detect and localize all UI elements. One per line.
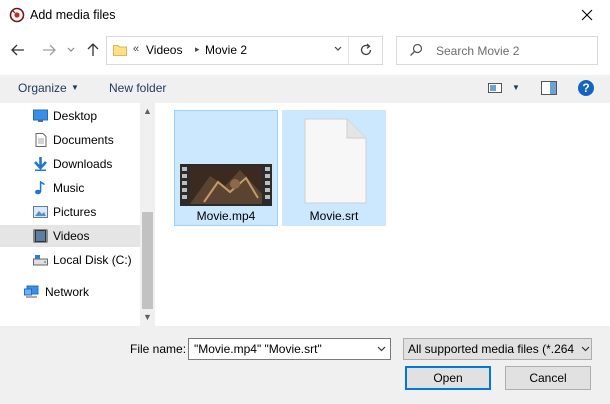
chevron-down-icon[interactable] [578,344,590,354]
document-icon [303,118,367,204]
scroll-up-icon[interactable]: ▲ [140,106,155,118]
navigation-scrollbar[interactable]: ▲ ▼ [140,103,155,326]
forward-button[interactable] [40,41,58,59]
cancel-button[interactable]: Cancel [505,366,591,390]
preview-pane-button[interactable] [541,81,557,95]
nav-item-label: Local Disk (C:) [53,253,132,267]
address-history-button[interactable] [334,44,342,54]
navigation-pane: Desktop Documents Downloads Music Pictur… [0,103,155,326]
file-type-value: All supported media files (*.264 [408,342,575,356]
app-icon [9,7,25,23]
help-icon[interactable]: ? [578,80,594,96]
file-name-label: File name: [130,342,187,356]
videos-icon [33,229,48,243]
nav-item-desktop[interactable]: Desktop [0,105,140,127]
nav-item-label: Music [53,181,85,195]
view-icon [488,83,502,93]
file-name-field[interactable]: "Movie.mp4" "Movie.srt" [188,338,391,360]
up-button[interactable] [84,41,102,59]
refresh-button[interactable] [357,41,375,59]
drive-icon [33,253,48,267]
nav-item-videos[interactable]: Videos [0,225,140,247]
desktop-icon [33,109,48,123]
chevron-down-icon[interactable] [377,344,386,354]
nav-item-label: Videos [53,229,90,243]
search-placeholder: Search Movie 2 [436,44,520,58]
search-input[interactable]: Search Movie 2 [396,36,598,65]
chevron-down-icon [67,47,75,52]
breadcrumb-videos[interactable]: Videos [146,43,182,57]
folder-icon [113,43,127,57]
window-title: Add media files [30,8,116,22]
arrow-right-icon [43,44,56,56]
breadcrumb-movie-2[interactable]: Movie 2 [205,43,247,57]
video-thumbnail [180,164,272,206]
file-list: Movie.mp4 Movie.srt [155,103,610,326]
nav-item-label: Documents [53,133,114,147]
file-name: Movie.mp4 [196,209,256,223]
downloads-icon [33,157,48,171]
close-icon [581,9,593,21]
chevron-right-icon[interactable]: ▸ [195,44,200,55]
nav-item-local-disk[interactable]: Local Disk (C:) [0,249,140,271]
back-button[interactable] [9,41,27,59]
music-icon [33,180,48,195]
refresh-icon [360,43,372,56]
preview-pane-icon [541,81,557,95]
title-bar: Add media files [0,0,610,31]
search-icon [409,43,423,57]
documents-icon [33,133,48,147]
network-icon [24,285,39,299]
recent-locations-button[interactable] [64,41,78,59]
nav-item-label: Network [45,285,90,299]
close-button[interactable] [574,3,600,27]
file-item-movie-srt[interactable]: Movie.srt [282,110,386,226]
footer-panel: File name: "Movie.mp4" "Movie.srt" All s… [0,326,610,404]
views-button[interactable] [488,81,502,95]
nav-item-pictures[interactable]: Pictures [0,201,140,223]
file-item-movie-mp4[interactable]: Movie.mp4 [174,110,278,226]
divider [348,37,349,64]
caret-down-icon[interactable]: ▼ [71,83,79,92]
arrow-left-icon [11,44,24,56]
caret-down-icon[interactable]: ▼ [512,83,520,92]
file-type-select[interactable]: All supported media files (*.264 [403,338,592,360]
open-button[interactable]: Open [405,366,491,390]
nav-item-downloads[interactable]: Downloads [0,153,140,175]
nav-item-label: Downloads [53,157,113,171]
nav-item-music[interactable]: Music [0,177,140,199]
chevron-down-icon [334,46,342,51]
nav-item-documents[interactable]: Documents [0,129,140,151]
organize-button[interactable]: Organize [18,81,67,95]
nav-item-label: Pictures [53,205,97,219]
scrollbar-thumb[interactable] [142,212,153,309]
command-bar: Organize ▼ New folder ▼ ? [0,75,610,103]
nav-item-label: Desktop [53,109,98,123]
pictures-icon [33,205,48,219]
arrow-up-icon [87,43,99,56]
scroll-down-icon[interactable]: ▼ [140,312,155,324]
file-name-value: "Movie.mp4" "Movie.srt" [194,342,322,356]
nav-item-network[interactable]: Network [0,281,140,303]
address-bar[interactable]: « Videos ▸ Movie 2 [106,36,383,65]
breadcrumb-overflow[interactable]: « [133,43,139,55]
file-name: Movie.srt [309,209,359,223]
new-folder-button[interactable]: New folder [109,81,166,95]
